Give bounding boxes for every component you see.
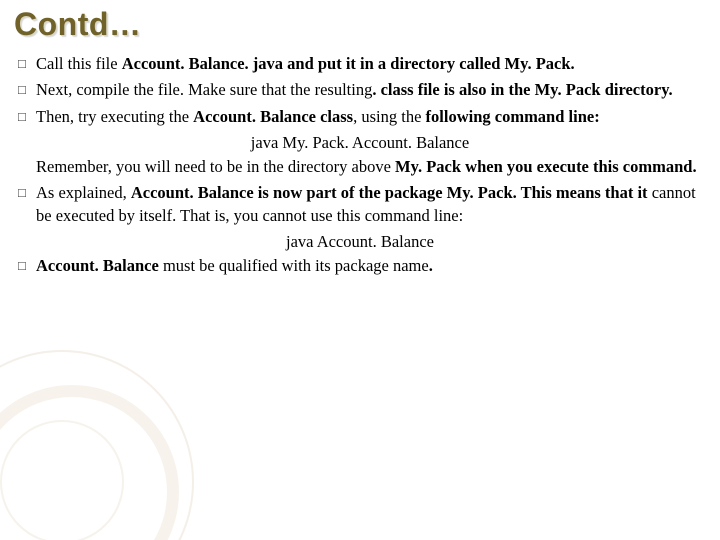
text-bold: . class file is also in the My. Pack dir… — [372, 80, 672, 99]
bullet-5: Account. Balance must be qualified with … — [14, 255, 706, 277]
text-bold: Account. Balance class — [193, 107, 353, 126]
text: Remember, you will need to be in the dir… — [36, 157, 395, 176]
bullet-1: Call this file Account. Balance. java an… — [14, 53, 706, 75]
text: must be qualified with its package name — [159, 256, 429, 275]
text-bold: following command line: — [426, 107, 600, 126]
text-bold: Account. Balance — [36, 256, 159, 275]
text-bold: Account. Balance is now part of the pack… — [131, 183, 652, 202]
bullet-3-continued: Remember, you will need to be in the dir… — [14, 156, 706, 178]
text-bold: Account. Balance. java and put it in a d… — [122, 54, 575, 73]
slide-title: Contd… — [14, 6, 706, 43]
text: Then, try executing the — [36, 107, 193, 126]
text: Next, compile the file. Make sure that t… — [36, 80, 372, 99]
bullet-4: As explained, Account. Balance is now pa… — [14, 182, 706, 227]
text: As explained, — [36, 183, 131, 202]
command-line-1: java My. Pack. Account. Balance — [14, 132, 706, 154]
bullet-3: Then, try executing the Account. Balance… — [14, 106, 706, 128]
text-bold: My. Pack when you execute this command. — [395, 157, 697, 176]
text: Call this file — [36, 54, 122, 73]
text: , using the — [353, 107, 425, 126]
text-bold: . — [429, 256, 433, 275]
slide: Contd… Call this file Account. Balance. … — [0, 0, 720, 540]
slide-body: Call this file Account. Balance. java an… — [14, 53, 706, 277]
command-line-2: java Account. Balance — [14, 231, 706, 253]
bullet-2: Next, compile the file. Make sure that t… — [14, 79, 706, 101]
